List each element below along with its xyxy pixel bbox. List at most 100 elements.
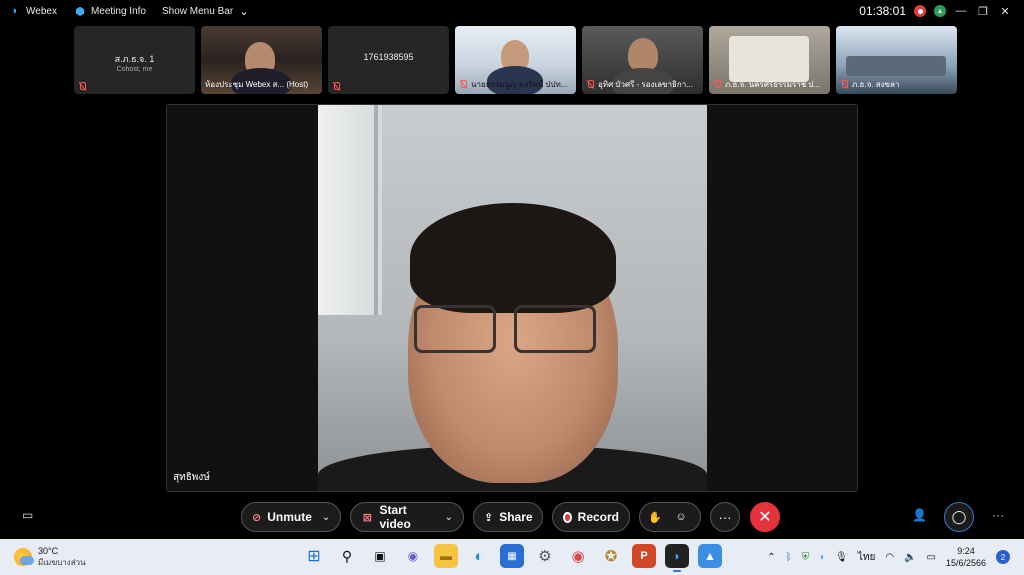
participant-tile[interactable]: อุทิศ บัวศรี - รองเลขาธิกา...: [582, 26, 703, 94]
unmute-label: Unmute: [267, 510, 312, 524]
notification-badge[interactable]: 2: [996, 550, 1010, 564]
more-panels-icon[interactable]: ···: [992, 508, 1004, 522]
raise-hand-icon[interactable]: ✋: [648, 510, 662, 524]
recording-indicator-icon[interactable]: [914, 5, 926, 17]
show-menu-bar-label: Show Menu Bar: [162, 5, 234, 17]
weather-desc: มีเมฆบางส่วน: [38, 558, 86, 567]
shield-icon: ⬢: [75, 5, 85, 18]
video-feed: [729, 36, 809, 82]
record-label: Record: [577, 510, 619, 524]
participant-tile[interactable]: ห้องประชุม Webex ส... (Host): [201, 26, 322, 94]
speaker-icon[interactable]: 🔈: [904, 552, 916, 563]
start-icon[interactable]: ⊞: [302, 544, 326, 568]
speaker-glasses: [414, 305, 604, 355]
participant-tile[interactable]: ส.ภ.ธ.จ. 1 Cohost, me: [74, 26, 195, 94]
emblem-app-icon[interactable]: ✪: [599, 544, 623, 568]
speaker-name-label: สุทธิพงษ์: [173, 472, 210, 483]
bluetooth-icon[interactable]: ᛒ: [786, 552, 792, 563]
powerpoint-icon[interactable]: P: [632, 544, 656, 568]
system-tray: ⌃ ᛒ ⛨ ◗ 🎙 ไทย ◠ 🔈 ▭ 9:24 15/6/2566 2: [767, 545, 1010, 569]
participant-tile[interactable]: ภ.ธ.จ. นครศรีธรรมราช ป...: [709, 26, 830, 94]
participant-label: ภ.ธ.จ. นครศรีธรรมราช ป...: [713, 78, 826, 91]
battery-icon[interactable]: ▭: [927, 552, 936, 563]
participant-name: ภ.ธ.จ. สงขลา: [852, 80, 900, 89]
windows-taskbar: 30°C มีเมฆบางส่วน ⊞ ⚲ ▣ ◉ ▬ ◐ ▦ ⚙ ◉ ✪ P …: [0, 539, 1024, 575]
active-speaker-stage[interactable]: สุทธิพงษ์: [166, 104, 858, 492]
weather-widget[interactable]: 30°C มีเมฆบางส่วน: [14, 546, 86, 568]
close-icon: ✕: [758, 509, 772, 526]
video-off-icon: ⊠: [362, 511, 372, 524]
more-options-label: ···: [718, 509, 732, 525]
participant-label: ภ.ธ.จ. สงขลา: [840, 78, 953, 91]
start-video-label: Start video: [379, 503, 411, 531]
unmute-button[interactable]: ⊘ Unmute ⌄: [241, 502, 341, 532]
chevron-down-icon[interactable]: ⌄: [322, 512, 330, 523]
taskbar-clock[interactable]: 9:24 15/6/2566: [946, 545, 986, 569]
reactions-icon[interactable]: ☺: [674, 510, 688, 524]
participant-tile[interactable]: ภ.ธ.จ. สงขลา: [836, 26, 957, 94]
webex-tray-icon[interactable]: ◗: [819, 552, 825, 563]
teams-chat-icon[interactable]: ◉: [401, 544, 425, 568]
chat-icon: ◯: [951, 509, 967, 524]
participant-label: [332, 82, 445, 91]
task-view-icon[interactable]: ▣: [368, 544, 392, 568]
mic-muted-icon: [332, 82, 341, 91]
close-icon[interactable]: ✕: [998, 5, 1012, 18]
weather-temp: 30°C: [38, 546, 59, 556]
chrome-icon[interactable]: ◉: [566, 544, 590, 568]
webex-menu[interactable]: ◗ Webex: [0, 0, 65, 22]
chat-button[interactable]: ◯: [944, 502, 974, 532]
photos-icon[interactable]: ▲: [698, 544, 722, 568]
settings-icon[interactable]: ⚙: [533, 544, 557, 568]
file-explorer-icon[interactable]: ▬: [434, 544, 458, 568]
participant-name: ส.ภ.ธ.จ. 1: [114, 54, 155, 64]
chevron-up-icon[interactable]: ⌃: [767, 552, 775, 563]
background-window: [318, 105, 382, 315]
participant-name: ภ.ธ.จ. นครศรีธรรมราช ป...: [725, 80, 821, 89]
participant-name: ห้องประชุม Webex ส... (Host): [205, 80, 309, 89]
top-bar: ◗ Webex ⬢ Meeting Info Show Menu Bar ⌄ 0…: [0, 0, 1024, 22]
chevron-down-icon[interactable]: ⌄: [445, 512, 453, 523]
mic-muted-icon: [840, 80, 849, 89]
start-video-button[interactable]: ⊠ Start video ⌄: [350, 502, 464, 532]
active-speaker-video: [318, 105, 707, 491]
meeting-controls: ▭ ⊘ Unmute ⌄ ⊠ Start video ⌄ ⇪ Share Rec…: [0, 500, 1024, 534]
edge-icon[interactable]: ◐: [467, 544, 491, 568]
participant-role: Cohost, me: [116, 66, 153, 73]
mic-muted-icon: [459, 80, 468, 89]
participant-tile[interactable]: นายธรรมนูญ คงรัตน์ ปปท...: [455, 26, 576, 94]
meeting-timer: 01:38:01: [859, 4, 906, 18]
video-feed: [628, 38, 658, 72]
share-button[interactable]: ⇪ Share: [473, 502, 543, 532]
show-menu-bar-button[interactable]: Show Menu Bar ⌄: [154, 0, 259, 22]
share-label: Share: [499, 510, 533, 524]
chevron-down-icon: ⌄: [239, 5, 249, 18]
record-button[interactable]: Record: [552, 502, 630, 532]
captions-icon[interactable]: ▭: [22, 508, 33, 522]
participants-icon[interactable]: 👤: [912, 508, 927, 522]
participant-tile[interactable]: 1761938595: [328, 26, 449, 94]
search-icon[interactable]: ⚲: [335, 544, 359, 568]
network-health-icon[interactable]: ▲: [934, 5, 946, 17]
record-icon: [563, 511, 572, 523]
store-icon[interactable]: ▦: [500, 544, 524, 568]
more-options-button[interactable]: ···: [710, 502, 740, 532]
webex-app-icon[interactable]: ◗: [665, 544, 689, 572]
language-indicator[interactable]: ไทย: [858, 550, 875, 565]
meeting-info-button[interactable]: ⬢ Meeting Info: [65, 0, 154, 22]
participant-label: ห้องประชุม Webex ส... (Host): [205, 78, 318, 91]
minimize-icon[interactable]: —: [954, 5, 968, 17]
glasses-lens: [414, 305, 496, 353]
participant-label: นายธรรมนูญ คงรัตน์ ปปท...: [459, 78, 572, 91]
taskbar-time: 9:24: [957, 546, 975, 556]
wifi-icon[interactable]: ◠: [885, 552, 894, 563]
participant-name: อุทิศ บัวศรี - รองเลขาธิกา...: [598, 80, 693, 89]
mic-muted-tray-icon[interactable]: 🎙: [835, 552, 848, 563]
top-right-area: 01:38:01 ▲ — ❐ ✕: [859, 0, 1024, 22]
leave-meeting-button[interactable]: ✕: [750, 502, 780, 532]
participant-name: นายธรรมนูญ คงรัตน์ ปปท...: [471, 80, 568, 89]
defender-icon[interactable]: ⛨: [802, 552, 810, 563]
reactions-group: ✋ ☺: [639, 502, 701, 532]
taskbar-date: 15/6/2566: [945, 558, 986, 568]
restore-icon[interactable]: ❐: [976, 5, 990, 18]
